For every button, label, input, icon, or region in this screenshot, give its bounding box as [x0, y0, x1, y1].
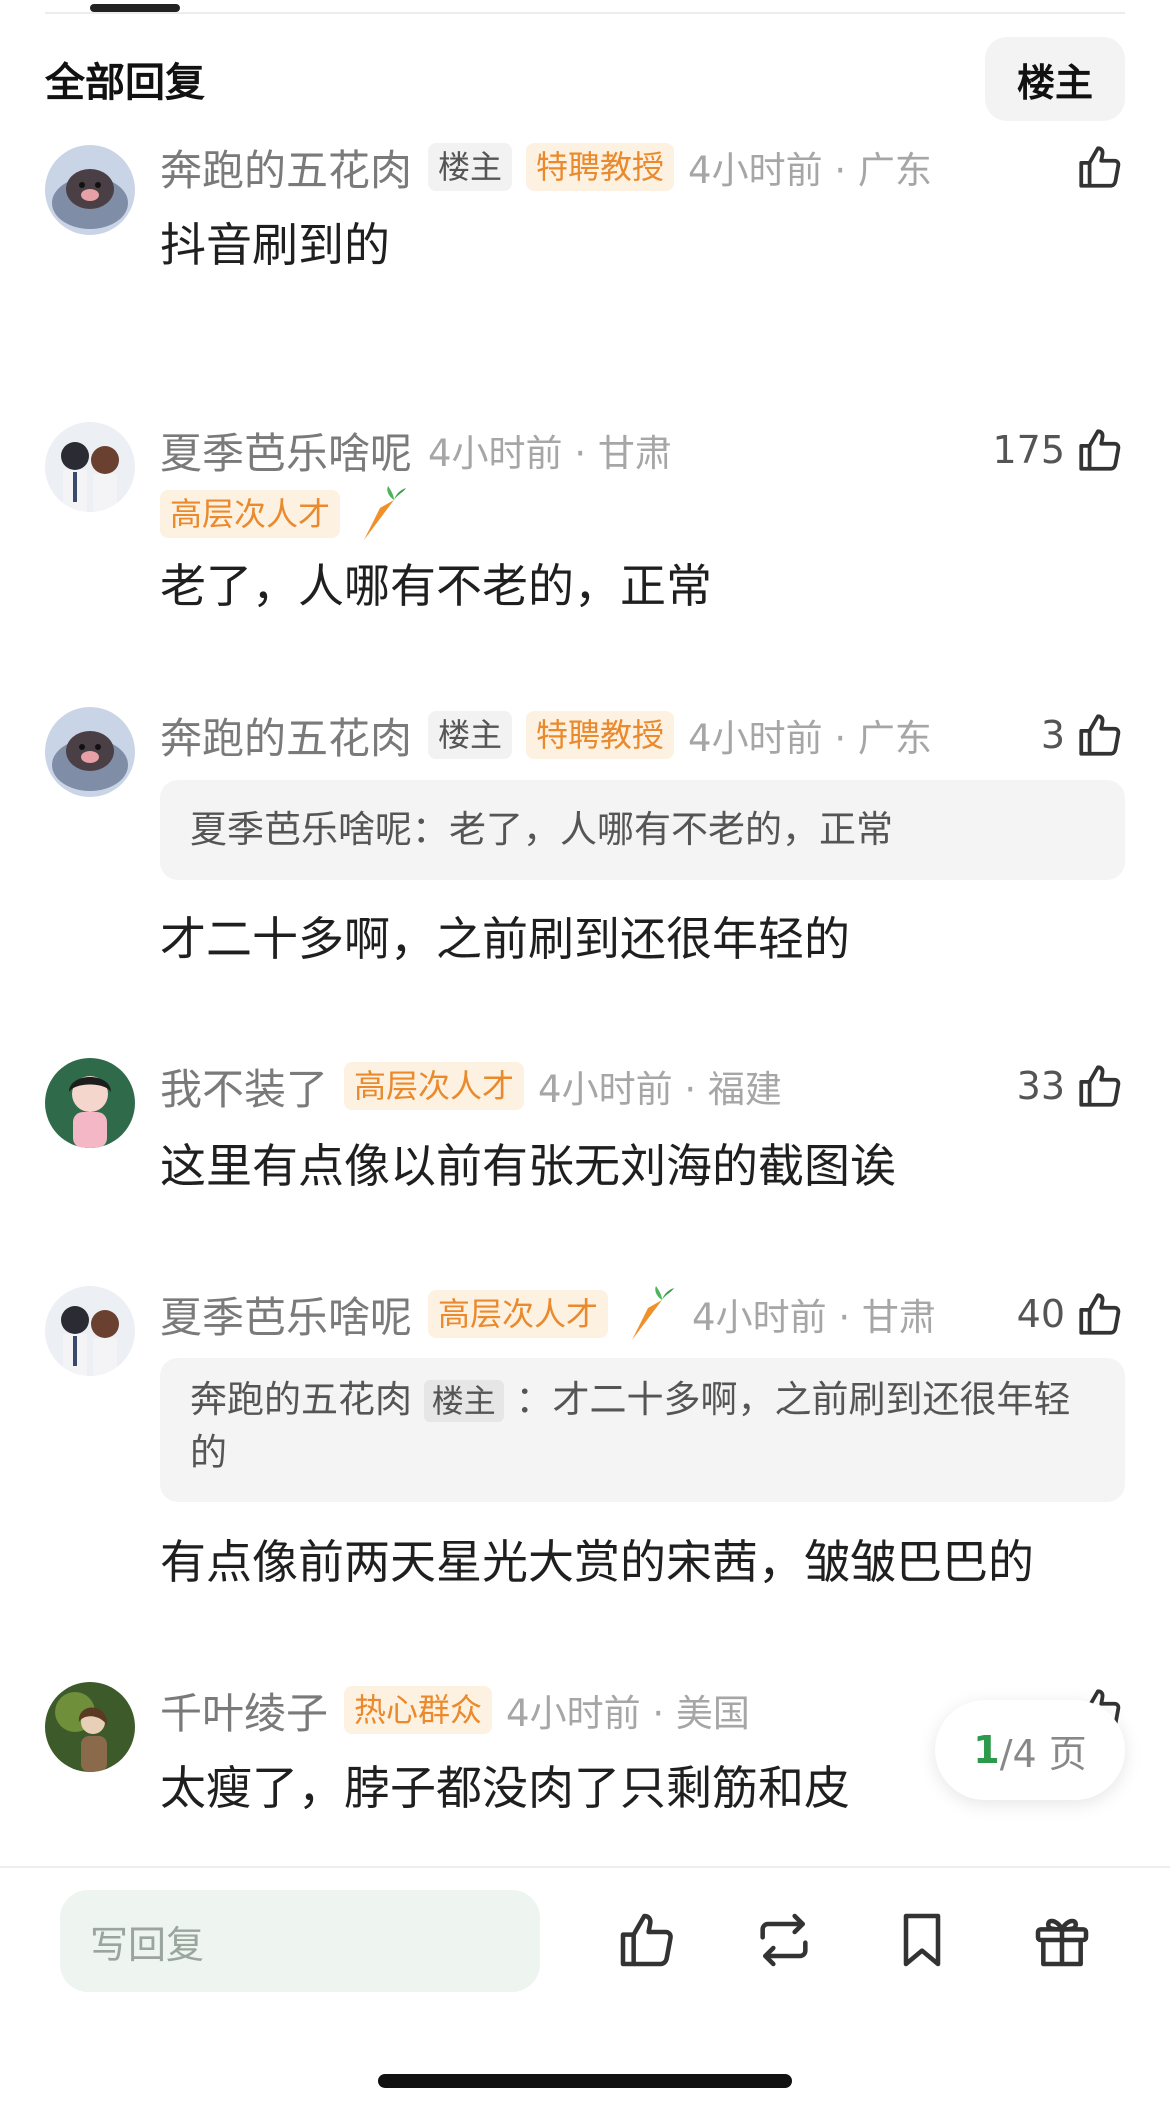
- quoted-reply[interactable]: 夏季芭乐啥呢：老了，人哪有不老的，正常: [160, 780, 1125, 880]
- replies-header: 全部回复 楼主: [45, 36, 1125, 122]
- comment-item: 夏季芭乐啥呢 4小时前 · 甘肃 175 高层次人才 老了，人哪有不老的，正常: [0, 420, 1170, 620]
- comment-text: 有点像前两天星光大赏的宋茜，皱皱巴巴的: [160, 1535, 1034, 1589]
- timestamp-location: 4小时前 · 甘肃: [692, 1296, 936, 1339]
- comment-text: 这里有点像以前有张无刘海的截图诶: [160, 1139, 896, 1193]
- username[interactable]: 夏季芭乐啥呢: [160, 420, 412, 481]
- timestamp-location: 4小时前 · 福建: [538, 1068, 782, 1111]
- avatar[interactable]: [45, 1286, 135, 1376]
- comment-item: 奔跑的五花肉 楼主 特聘教授 4小时前 · 广东 3 夏季芭乐啥呢：老了，人哪有…: [0, 705, 1170, 966]
- thumbs-up-icon: [1079, 1065, 1121, 1107]
- divider: [45, 12, 1125, 14]
- title-badge: 高层次人才: [344, 1062, 525, 1110]
- like-count: 33: [1016, 1064, 1065, 1108]
- carrot-icon: [632, 1286, 675, 1340]
- gift-icon[interactable]: [1030, 1908, 1094, 1972]
- page-indicator[interactable]: 1 /4 页: [935, 1700, 1125, 1800]
- thumbs-up-icon: [1079, 1293, 1121, 1335]
- username[interactable]: 奔跑的五花肉: [160, 137, 412, 198]
- title-badge: 特聘教授: [526, 711, 675, 759]
- quoted-reply[interactable]: 奔跑的五花肉 楼主 ：才二十多啊，之前刷到还很年轻的: [160, 1358, 1125, 1502]
- title-badge: 特聘教授: [526, 143, 675, 191]
- owner-tag: 楼主: [428, 143, 513, 191]
- home-indicator: [378, 2074, 792, 2088]
- username[interactable]: 千叶绫子: [160, 1680, 328, 1741]
- like-count: 175: [992, 428, 1065, 472]
- comment-text: 才二十多啊，之前刷到还很年轻的: [160, 912, 850, 966]
- timestamp-location: 4小时前 · 广东: [688, 717, 932, 760]
- quoted-username[interactable]: 奔跑的五花肉: [190, 1378, 412, 1421]
- like-count: 40: [1016, 1292, 1065, 1336]
- avatar[interactable]: [45, 1682, 135, 1772]
- title-badge: 热心群众: [344, 1686, 493, 1734]
- avatar[interactable]: [45, 145, 135, 235]
- owner-only-filter-button[interactable]: 楼主: [985, 37, 1125, 121]
- owner-tag: 楼主: [423, 1380, 504, 1422]
- avatar[interactable]: [45, 1058, 135, 1148]
- avatar[interactable]: [45, 707, 135, 797]
- like-button[interactable]: 40: [1017, 1284, 1125, 1344]
- comment-item: 夏季芭乐啥呢 高层次人才 4小时前 · 甘肃 40 奔跑的五花肉 楼主 ：才二十…: [0, 1284, 1170, 1589]
- carrot-icon: [364, 486, 407, 540]
- title-badge: 高层次人才: [428, 1290, 609, 1338]
- comment-text: 老了，人哪有不老的，正常: [160, 559, 712, 613]
- reply-input[interactable]: 写回复: [60, 1890, 540, 1992]
- thumbs-up-icon: [1079, 429, 1121, 471]
- comment-item: 奔跑的五花肉 楼主 特聘教授 4小时前 · 广东 抖音刷到的: [0, 137, 1170, 387]
- bookmark-icon[interactable]: [890, 1908, 954, 1972]
- timestamp-location: 4小时前 · 广东: [688, 149, 932, 192]
- thumbs-up-icon: [1079, 714, 1121, 756]
- comment-text: 太瘦了，脖子都没肉了只剩筋和皮: [160, 1761, 850, 1815]
- thumbs-up-icon[interactable]: [615, 1908, 679, 1972]
- timestamp-location: 4小时前 · 甘肃: [428, 432, 672, 475]
- current-page: 1: [973, 1728, 1000, 1772]
- comment-text: 抖音刷到的: [160, 218, 390, 272]
- like-count: 3: [1040, 713, 1065, 757]
- total-pages: /4 页: [999, 1731, 1087, 1776]
- username[interactable]: 奔跑的五花肉: [160, 705, 412, 766]
- like-button[interactable]: 175: [992, 420, 1125, 480]
- owner-tag: 楼主: [428, 711, 513, 759]
- avatar[interactable]: [45, 422, 135, 512]
- like-button[interactable]: 33: [1017, 1056, 1125, 1116]
- tab-indicator: [90, 4, 180, 12]
- username[interactable]: 夏季芭乐啥呢: [160, 1284, 412, 1345]
- repost-icon[interactable]: [752, 1908, 816, 1972]
- username[interactable]: 我不装了: [160, 1056, 328, 1117]
- comment-item: 我不装了 高层次人才 4小时前 · 福建 33 这里有点像以前有张无刘海的截图诶: [0, 1056, 1170, 1226]
- thumbs-up-icon: [1079, 146, 1121, 188]
- all-replies-title: 全部回复: [45, 60, 205, 106]
- like-button[interactable]: [1065, 137, 1125, 197]
- title-badge: 高层次人才: [160, 490, 341, 538]
- like-button[interactable]: 3: [1041, 705, 1125, 765]
- timestamp-location: 4小时前 · 美国: [506, 1692, 750, 1735]
